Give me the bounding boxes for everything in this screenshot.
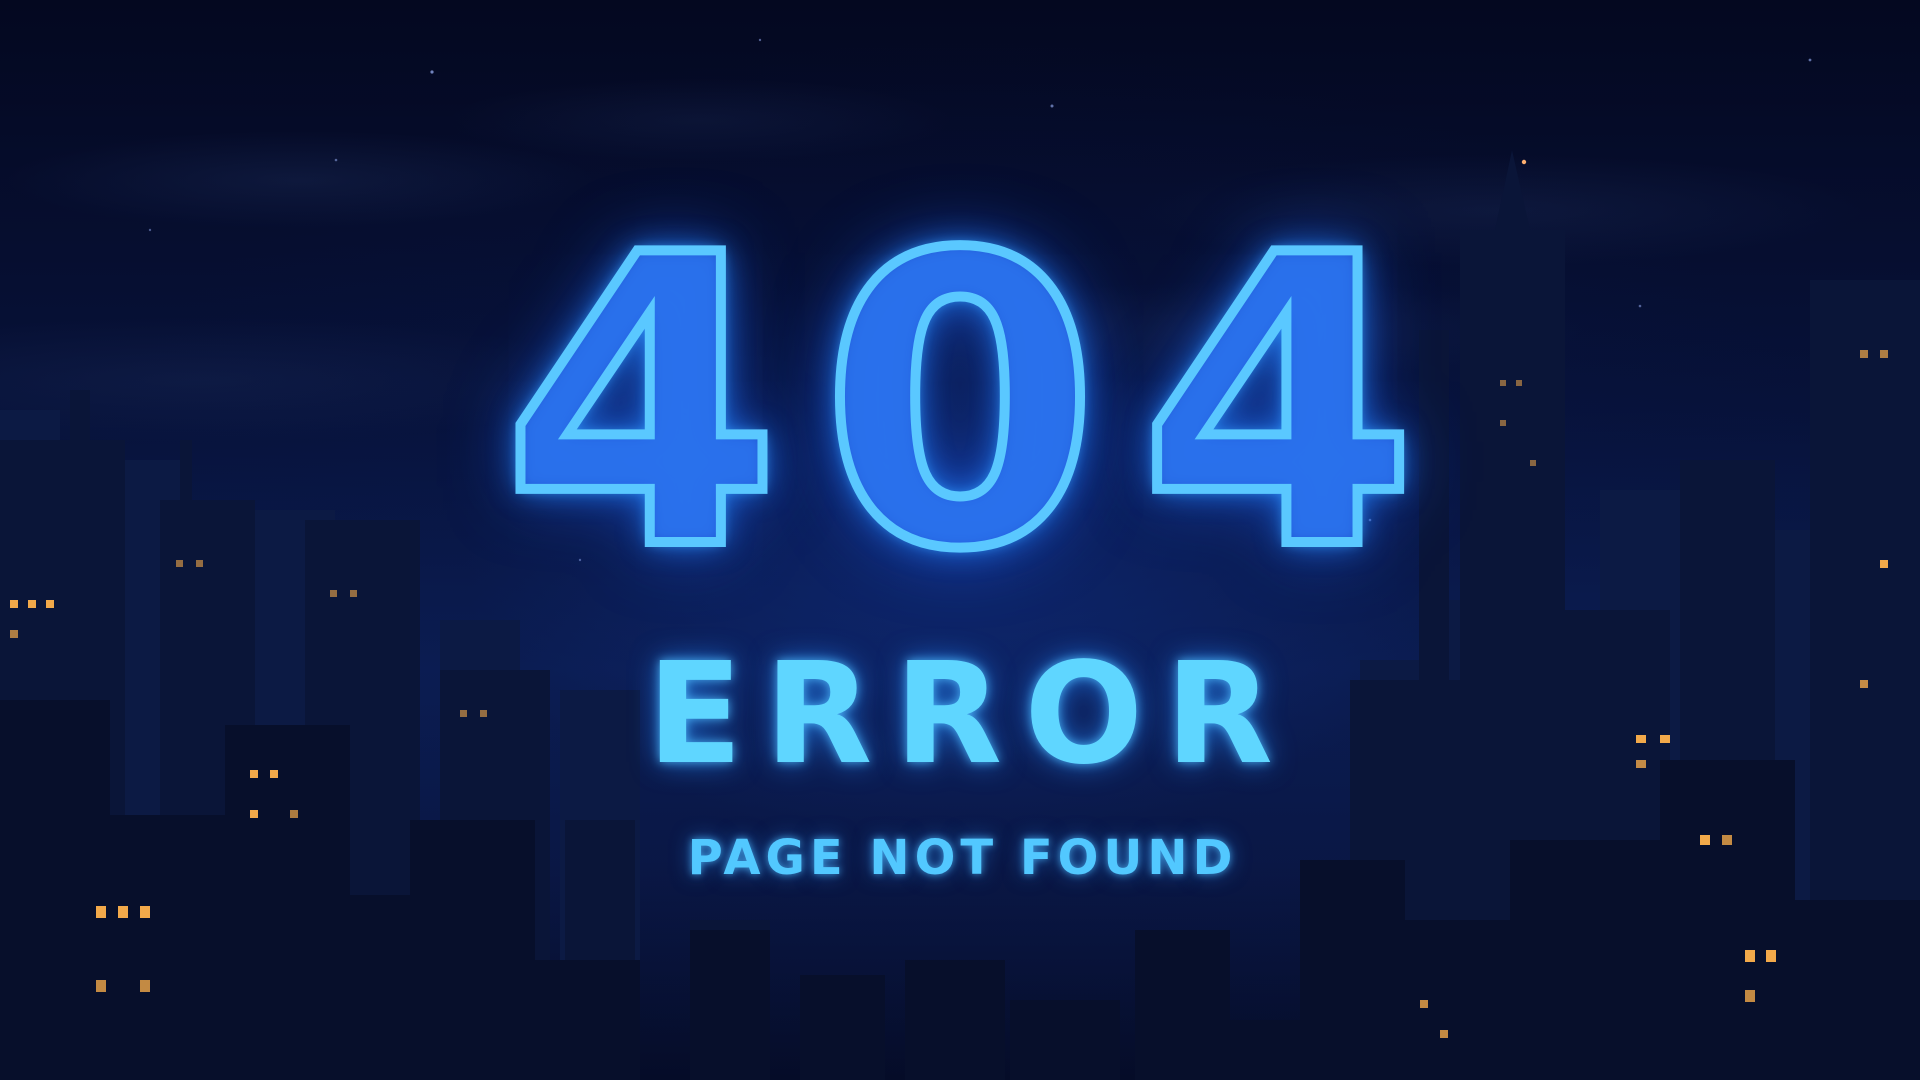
error-page: 404 ERROR PAGE NOT FOUND [0,0,1920,1080]
error-code-404: 404 [498,172,1458,637]
error-title: ERROR [646,633,1296,796]
error-subtitle: PAGE NOT FOUND [687,830,1238,886]
